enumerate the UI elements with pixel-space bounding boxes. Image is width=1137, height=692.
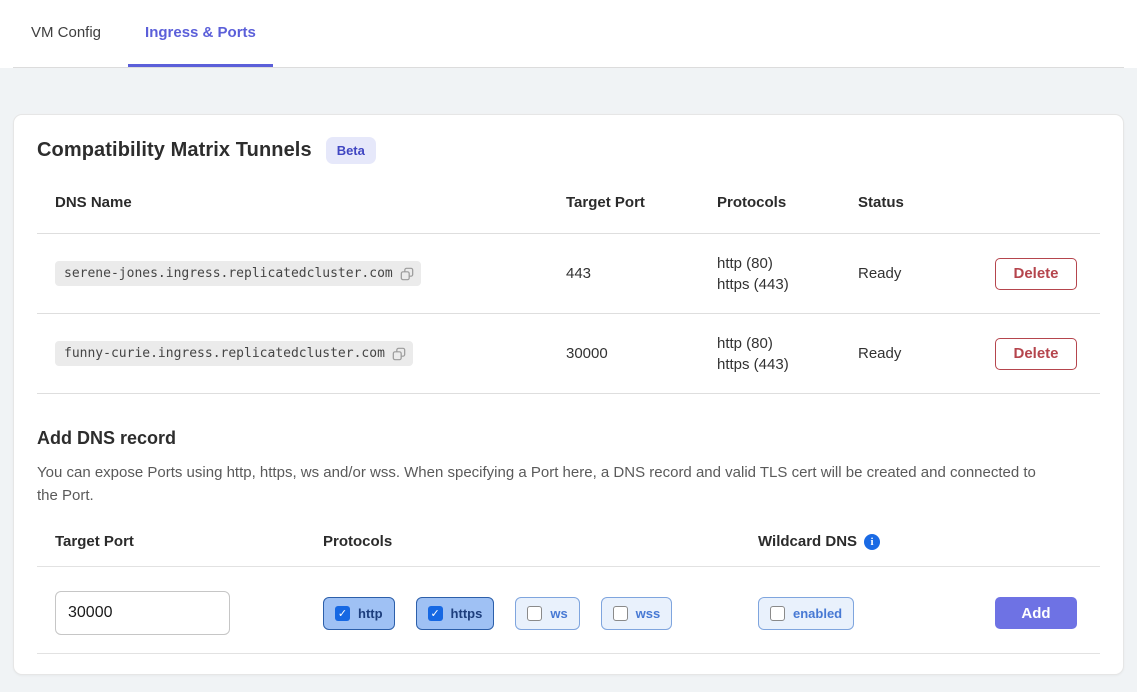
- protocol-label: http: [358, 606, 383, 621]
- target-port-value: 443: [566, 265, 717, 282]
- dns-name-text: funny-curie.ingress.replicatedcluster.co…: [64, 346, 385, 361]
- copy-icon[interactable]: [392, 347, 406, 361]
- page-title: Compatibility Matrix Tunnels: [37, 139, 312, 162]
- table-row: funny-curie.ingress.replicatedcluster.co…: [37, 314, 1100, 394]
- tunnels-card: Compatibility Matrix Tunnels Beta DNS Na…: [13, 114, 1124, 675]
- checkbox-unchecked-icon: [770, 606, 785, 621]
- protocol-label: https: [451, 606, 483, 621]
- dns-name-pill: serene-jones.ingress.replicatedcluster.c…: [55, 261, 421, 286]
- label-wildcard-dns: Wildcard DNS i: [758, 533, 1077, 550]
- checkbox-checked-icon: ✓: [428, 606, 443, 621]
- protocol-checkbox-http[interactable]: ✓ http: [323, 597, 395, 630]
- delete-button[interactable]: Delete: [995, 338, 1077, 370]
- status-badge: Ready: [858, 345, 972, 362]
- card-header: Compatibility Matrix Tunnels Beta: [37, 137, 1100, 164]
- info-icon[interactable]: i: [864, 534, 880, 550]
- table-row: serene-jones.ingress.replicatedcluster.c…: [37, 234, 1100, 314]
- delete-button[interactable]: Delete: [995, 258, 1077, 290]
- tabs-bar: VM Config Ingress & Ports: [13, 0, 1124, 68]
- tab-vm-config[interactable]: VM Config: [14, 0, 118, 67]
- copy-icon[interactable]: [400, 267, 414, 281]
- protocol-label: wss: [636, 606, 661, 621]
- add-dns-record-description: You can expose Ports using http, https, …: [37, 461, 1042, 507]
- dns-name-pill: funny-curie.ingress.replicatedcluster.co…: [55, 341, 413, 366]
- protocols-value: http (80) https (443): [717, 253, 858, 295]
- protocol-checkbox-wss[interactable]: wss: [601, 597, 673, 630]
- wildcard-enabled-label: enabled: [793, 606, 842, 621]
- protocols-value: http (80) https (443): [717, 333, 858, 375]
- table-header-row: DNS Name Target Port Protocols Status: [37, 194, 1100, 234]
- checkbox-checked-icon: ✓: [335, 606, 350, 621]
- wildcard-enabled-checkbox[interactable]: enabled: [758, 597, 854, 630]
- col-header-status: Status: [858, 194, 972, 211]
- tab-ingress-ports[interactable]: Ingress & Ports: [128, 0, 273, 67]
- dns-name-text: serene-jones.ingress.replicatedcluster.c…: [64, 266, 393, 281]
- add-form-labels-row: Target Port Protocols Wildcard DNS i: [37, 533, 1100, 567]
- beta-badge: Beta: [326, 137, 376, 164]
- col-header-target-port: Target Port: [566, 194, 717, 211]
- add-form-controls-row: ✓ http ✓ https ws wss enabled Add: [37, 567, 1100, 653]
- protocol-checkbox-group: ✓ http ✓ https ws wss: [323, 597, 758, 630]
- col-header-protocols: Protocols: [717, 194, 858, 211]
- label-target-port: Target Port: [55, 533, 323, 550]
- label-protocols: Protocols: [323, 533, 758, 550]
- card-footer-divider: [37, 653, 1100, 654]
- checkbox-unchecked-icon: [527, 606, 542, 621]
- status-badge: Ready: [858, 265, 972, 282]
- protocol-checkbox-ws[interactable]: ws: [515, 597, 579, 630]
- col-header-dns-name: DNS Name: [55, 194, 566, 211]
- target-port-value: 30000: [566, 345, 717, 362]
- protocol-checkbox-https[interactable]: ✓ https: [416, 597, 495, 630]
- add-dns-record-title: Add DNS record: [37, 428, 1100, 449]
- checkbox-unchecked-icon: [613, 606, 628, 621]
- tabs-header: VM Config Ingress & Ports: [0, 0, 1137, 68]
- add-button[interactable]: Add: [995, 597, 1077, 629]
- protocol-label: ws: [550, 606, 567, 621]
- target-port-input[interactable]: [55, 591, 230, 635]
